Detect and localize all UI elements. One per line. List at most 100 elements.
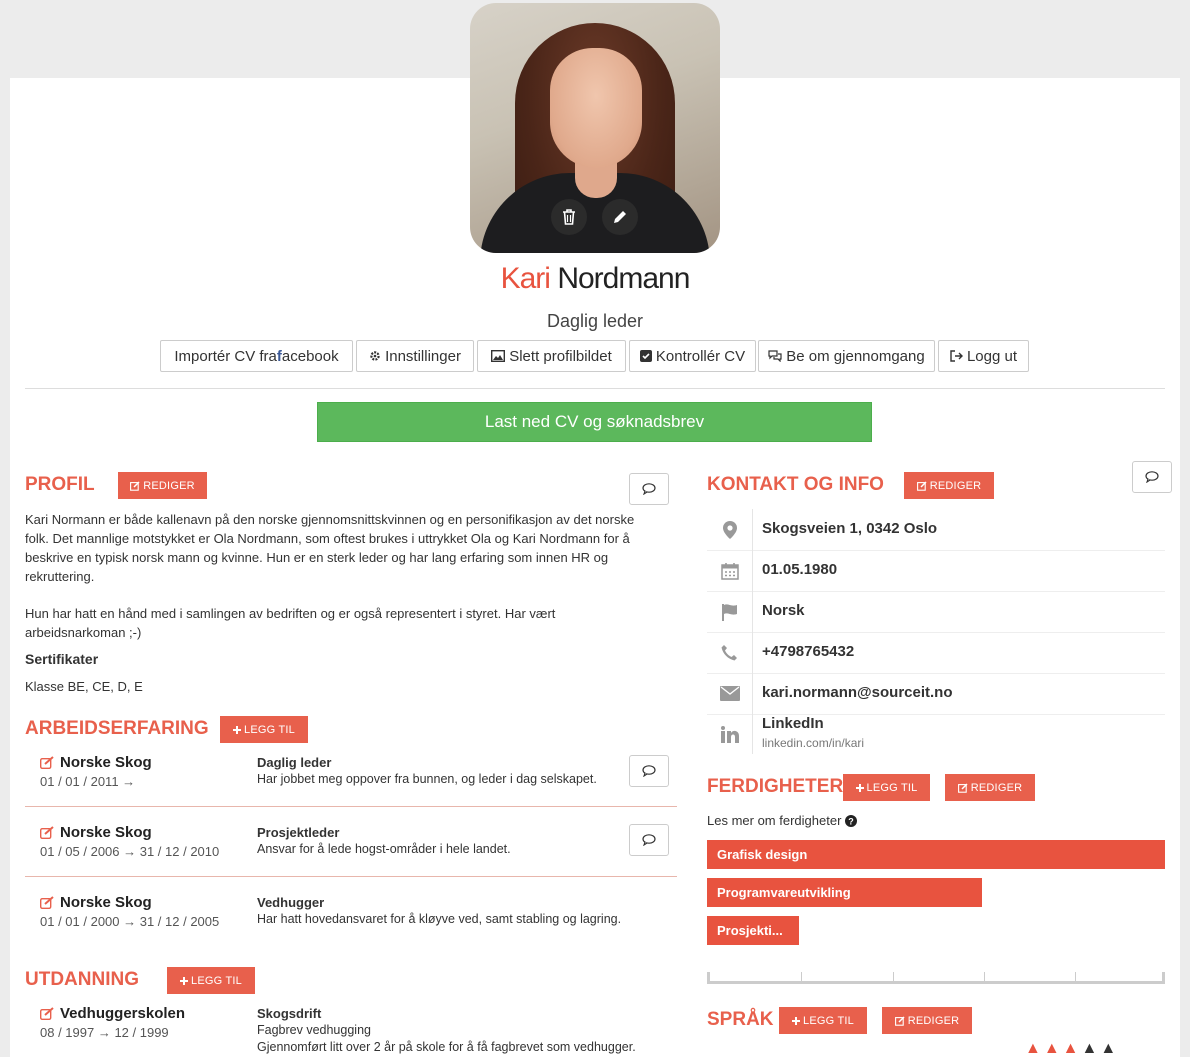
comment-button[interactable] — [629, 473, 669, 505]
edit-icon — [40, 756, 54, 769]
contact-nationality-row: Norsk — [707, 591, 1165, 633]
edit-contact-button[interactable]: REDIGER — [904, 472, 994, 499]
experience-role: Vedhugger — [257, 895, 325, 910]
plus-icon — [855, 783, 864, 792]
person-name: Kari Nordmann — [500, 262, 691, 295]
edit-skills-button[interactable]: REDIGER — [945, 774, 1035, 801]
add-experience-button[interactable]: LEGG TIL — [220, 716, 308, 743]
contact-birthdate: 01.05.1980 — [762, 561, 838, 578]
contact-email-row: kari.normann@sourceit.no — [707, 673, 1165, 715]
edit-icon — [894, 1015, 905, 1026]
divider — [25, 388, 1165, 389]
edit-icon — [957, 782, 968, 793]
plus-icon — [792, 1016, 801, 1025]
profile-text-2: Hun har hatt en hånd med i samlingen av … — [25, 606, 556, 640]
gear-icon — [370, 351, 380, 361]
edit-icon — [40, 826, 54, 839]
plus-icon — [180, 976, 189, 985]
contact-email[interactable]: kari.normann@sourceit.no — [762, 684, 953, 701]
contact-linkedin-url[interactable]: linkedin.com/in/kari — [762, 736, 864, 750]
certificates-heading: Sertifikater — [25, 651, 99, 667]
phone-icon — [721, 645, 737, 661]
flag-icon — [721, 603, 737, 621]
section-title-kontakt: KONTAKT OG INFO — [707, 474, 884, 495]
comment-button[interactable] — [629, 755, 669, 787]
contact-address-row: Skogsveien 1, 0342 Oslo — [707, 509, 1165, 551]
language-rating: ▲▲▲▲▲ — [1025, 1041, 1119, 1057]
image-icon — [491, 350, 506, 362]
svg-text:?: ? — [849, 816, 855, 826]
edit-icon — [40, 1007, 54, 1020]
skills-info-link[interactable]: Les mer om ferdigheter ? — [707, 811, 858, 830]
education-dates: 08 / 1997 → 12 / 1999 — [40, 1025, 169, 1040]
contact-linkedin-label: LinkedIn — [762, 715, 824, 732]
pencil-icon — [614, 211, 626, 223]
checkbox-icon — [639, 350, 652, 362]
skill-bar[interactable]: Grafisk design — [707, 840, 1165, 869]
education-description: Gjennomført litt over 2 år på skole for … — [257, 1040, 636, 1054]
experience-dates: 01 / 01 / 2011 → — [40, 774, 136, 789]
contact-birthdate-row: 01.05.1980 — [707, 550, 1165, 592]
experience-role: Prosjektleder — [257, 825, 340, 840]
request-review-button[interactable]: Be om gjennomgang — [758, 340, 935, 372]
envelope-icon — [719, 686, 740, 701]
comments-icon — [768, 350, 782, 362]
add-skill-button[interactable]: LEGG TIL — [843, 774, 930, 801]
contact-linkedin-row: LinkedIn linkedin.com/in/kari — [707, 714, 1165, 754]
experience-company[interactable]: Norske Skog — [40, 894, 152, 911]
comment-icon — [642, 834, 656, 846]
linkedin-icon — [720, 725, 739, 743]
import-facebook-button[interactable]: Importér CV fra f acebook — [160, 340, 353, 372]
star-icon: ▲▲ — [1081, 1040, 1120, 1057]
skill-bar[interactable]: Prosjekti... — [707, 916, 799, 945]
edit-icon — [40, 896, 54, 909]
profile-photo — [470, 3, 720, 253]
skill-bar[interactable]: Programvareutvikling — [707, 878, 982, 907]
edit-languages-button[interactable]: REDIGER — [882, 1007, 972, 1034]
contact-address: Skogsveien 1, 0342 Oslo — [762, 520, 938, 537]
skill-scale — [707, 972, 1165, 984]
add-education-button[interactable]: LEGG TIL — [167, 967, 255, 994]
contact-phone: +4798765432 — [762, 643, 855, 660]
education-description: Fagbrev vedhugging — [257, 1023, 371, 1037]
education-school[interactable]: Vedhuggerskolen — [40, 1005, 185, 1022]
settings-button[interactable]: Innstillinger — [356, 340, 474, 372]
check-cv-button[interactable]: Kontrollér CV — [629, 340, 756, 372]
comment-icon — [642, 765, 656, 777]
sign-out-icon — [950, 350, 963, 362]
section-title-utdanning: UTDANNING — [25, 969, 139, 990]
education-field: Skogsdrift — [257, 1006, 322, 1021]
comment-icon — [1145, 471, 1159, 483]
job-title: Daglig leder — [546, 311, 644, 331]
contact-nationality: Norsk — [762, 602, 805, 619]
trash-icon — [563, 209, 575, 225]
download-cv-button[interactable]: Last ned CV og søknadsbrev — [317, 402, 872, 442]
map-marker-icon — [722, 520, 737, 539]
add-language-button[interactable]: LEGG TIL — [779, 1007, 867, 1034]
edit-photo-button[interactable] — [602, 199, 638, 235]
delete-profile-photo-button[interactable]: Slett profilbildet — [477, 340, 626, 372]
section-title-ferdigheter: FERDIGHETER — [707, 776, 844, 797]
edit-icon — [130, 480, 140, 491]
divider — [25, 876, 677, 877]
comment-button[interactable] — [629, 824, 669, 856]
edit-profil-button[interactable]: REDIGER — [118, 472, 207, 499]
contact-phone-row: +4798765432 — [707, 632, 1165, 674]
experience-dates: 01 / 05 / 2006 → 31 / 12 / 2010 — [40, 844, 220, 859]
experience-company[interactable]: Norske Skog — [40, 824, 152, 841]
experience-company[interactable]: Norske Skog — [40, 754, 152, 771]
comment-button[interactable] — [1132, 461, 1172, 493]
calendar-icon — [720, 562, 739, 580]
experience-dates: 01 / 01 / 2000 → 31 / 12 / 2005 — [40, 914, 220, 929]
section-title-arbeidserfaring: ARBEIDSERFARING — [25, 718, 209, 739]
edit-icon — [916, 480, 927, 491]
logout-button[interactable]: Logg ut — [938, 340, 1029, 372]
experience-role: Daglig leder — [257, 755, 332, 770]
certificates-value: Klasse BE, CE, D, E — [25, 679, 143, 694]
delete-photo-button[interactable] — [551, 199, 587, 235]
comment-icon — [642, 483, 656, 495]
question-circle-icon: ? — [845, 814, 858, 827]
section-title-sprak: SPRÅK — [707, 1009, 774, 1030]
experience-description: Ansvar for å lede hogst-områder i hele l… — [257, 842, 511, 856]
star-icon: ▲▲▲ — [1025, 1040, 1082, 1057]
